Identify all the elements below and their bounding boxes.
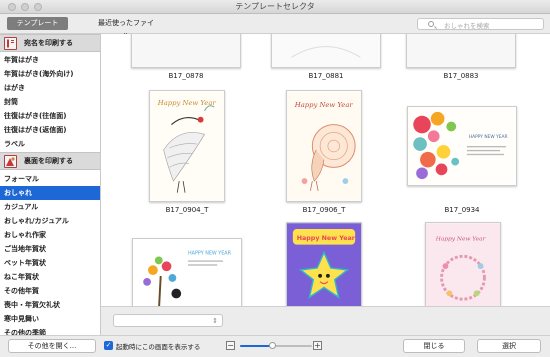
template-name: B17_0883 [443,72,479,80]
title-bar: テンプレートセレクタ [0,0,550,14]
zoom-out-icon[interactable]: − [226,341,235,350]
template-thumbnail: Happy New Year [287,223,361,306]
template-thumbnail: Happy New Year [150,91,224,201]
search-icon [428,21,434,27]
card-greeting: Happy New Year [157,99,217,107]
template-card[interactable]: Happy New Year [149,90,225,202]
template-thumbnail [132,34,240,67]
template-options-dropdown[interactable]: ⇕ [113,314,223,327]
card-greeting: Happy New Year [294,101,354,109]
template-card[interactable]: HAPPY NEW YEAR [407,106,517,186]
zoom-slider-fill [240,345,272,347]
select-button[interactable]: 選択 [477,339,541,353]
template-card[interactable]: HAPPY NEW YEAR [132,238,242,306]
sidebar-item-pet[interactable]: ペット年賀状 [0,256,100,270]
template-card[interactable]: Happy New Year [286,90,362,202]
tab-recent-files[interactable]: 最近使ったファイル [90,17,162,40]
section-header-address[interactable]: 宛名を印刷する [0,34,100,52]
updown-chevron-icon: ⇕ [212,317,218,325]
close-button[interactable]: 閉じる [403,339,465,353]
sidebar-item-oshare[interactable]: おしゃれ [0,186,100,200]
startup-checkbox-label: 起動時にこの画面を表示する [116,343,201,351]
card-greeting: Happy New Year [297,235,356,242]
startup-checkbox[interactable]: ✓ [104,341,113,350]
sidebar-item-oshare-artist[interactable]: おしゃれ作家 [0,228,100,242]
zoom-slider[interactable] [240,342,312,349]
sidebar-item-cat[interactable]: ねこ年賀状 [0,270,100,284]
category-sidebar: 宛名を印刷する 年賀はがき 年賀はがき(海外向け) はがき 封筒 往復はがき(往… [0,34,101,335]
tab-bar: テンプレート 最近使ったファイル おしゃれを検索 [0,14,550,40]
open-other-button[interactable]: その他を開く... [8,339,96,353]
sidebar-item-winter[interactable]: 寒中見舞い [0,312,100,326]
card-greeting: HAPPY NEW YEAR [469,134,508,140]
sidebar-item-reply-send[interactable]: 往復はがき(往信面) [0,109,100,123]
template-thumbnail: HAPPY NEW YEAR [408,107,516,185]
search-placeholder: おしゃれを検索 [444,22,490,30]
template-name: B17_0906_T [302,206,346,214]
sidebar-item-local[interactable]: ご当地年賀状 [0,242,100,256]
section-label-address: 宛名を印刷する [24,39,73,47]
content-bottom-bar: ⇕ [101,306,550,335]
sidebar-item-oshare-casual[interactable]: おしゃれ/カジュアル [0,214,100,228]
sidebar-item-casual[interactable]: カジュアル [0,200,100,214]
template-name: B17_0904_T [165,206,209,214]
sidebar-item-label[interactable]: ラベル [0,137,100,151]
sidebar-item-other-season[interactable]: その他の季節 [0,326,100,335]
card-greeting: Happy New Year [435,237,487,243]
zoom-slider-knob[interactable] [269,342,276,349]
template-thumbnail [272,34,380,67]
sidebar-item-reply-return[interactable]: 往復はがき(返信面) [0,123,100,137]
window-title: テンプレートセレクタ [235,2,315,11]
section-label-back: 裏面を印刷する [24,157,73,165]
template-name: B17_0934 [444,206,480,214]
sidebar-item-mourning[interactable]: 喪中・年賀欠礼状 [0,298,100,312]
sidebar-item-other-nenga[interactable]: その他年賀 [0,284,100,298]
template-grid: B17_0878 B17_0881 B17_0883 Happy New Yea… [101,34,550,306]
sidebar-item-envelope[interactable]: 封筒 [0,95,100,109]
sidebar-item-hagaki[interactable]: はがき [0,81,100,95]
card-greeting: HAPPY NEW YEAR [188,251,232,257]
zoom-in-icon[interactable]: + [313,341,322,350]
template-thumbnail: Happy New Year [426,223,500,306]
template-name: B17_0878 [168,72,204,80]
template-card[interactable]: Happy New Year [425,222,501,306]
template-thumbnail: Happy New Year [287,91,361,201]
sidebar-item-nenga-hagaki[interactable]: 年賀はがき [0,53,100,67]
template-name: B17_0881 [308,72,344,80]
template-thumbnail [407,34,515,67]
sidebar-item-formal[interactable]: フォーマル [0,172,100,186]
envelope-print-icon [4,37,17,50]
search-field[interactable]: おしゃれを検索 [417,18,544,30]
template-card[interactable] [271,34,381,68]
card-print-icon [4,155,17,168]
tab-templates[interactable]: テンプレート [7,17,68,30]
section-header-back[interactable]: 裏面を印刷する [0,152,100,170]
template-card[interactable]: Happy New Year [286,222,362,306]
footer: その他を開く... ✓ 起動時にこの画面を表示する − + 閉じる 選択 [0,335,550,357]
template-thumbnail: HAPPY NEW YEAR [133,239,241,306]
sidebar-item-nenga-overseas[interactable]: 年賀はがき(海外向け) [0,67,100,81]
template-card[interactable] [406,34,516,68]
template-card[interactable] [131,34,241,68]
